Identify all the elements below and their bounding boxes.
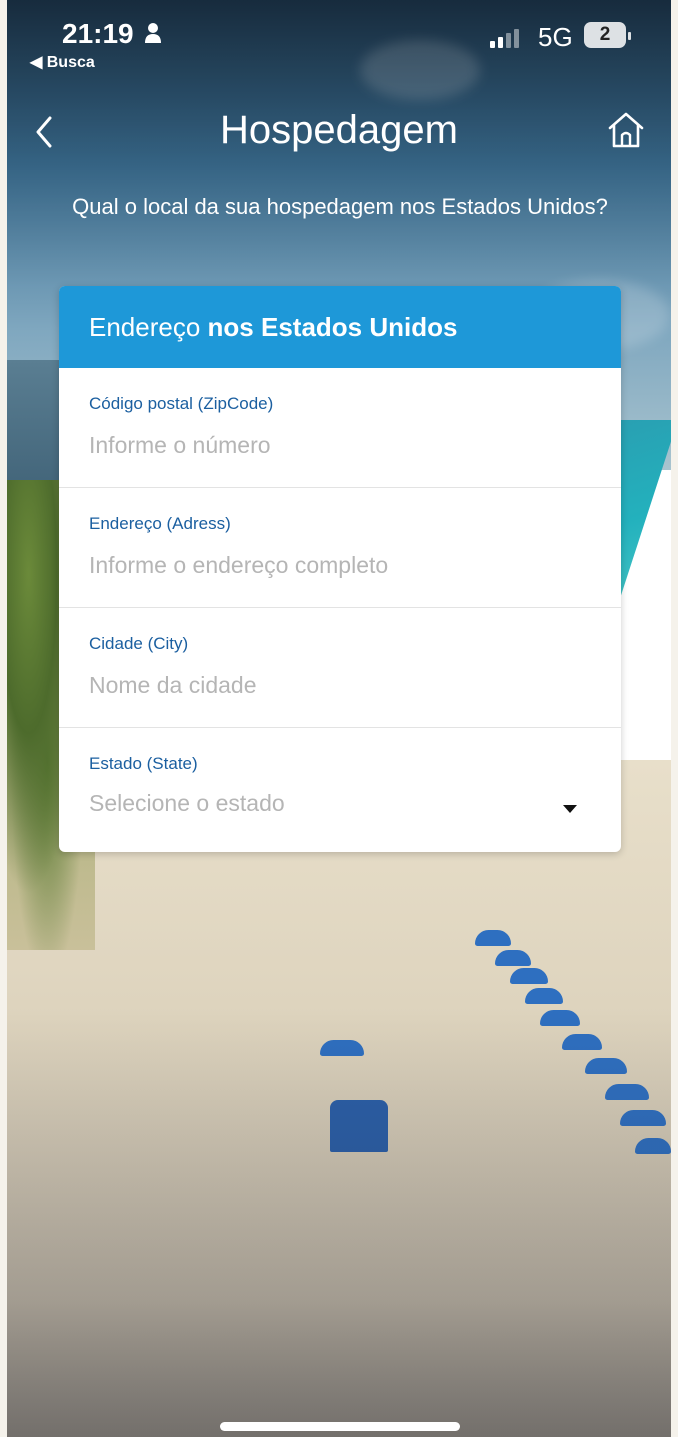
address-field: Endereço (Adress) [59, 488, 621, 608]
state-label: Estado (State) [89, 754, 198, 773]
state-select[interactable]: Selecione o estado [89, 790, 285, 817]
card-header: Endereço nos Estados Unidos [59, 286, 621, 368]
status-bar: 21:19 ◀ Busca 5G 2 [0, 0, 678, 80]
zipcode-field: Código postal (ZipCode) [59, 368, 621, 488]
person-icon [145, 23, 161, 43]
address-input[interactable] [89, 548, 569, 582]
zipcode-label: Código postal (ZipCode) [89, 394, 274, 413]
address-card: Endereço nos Estados Unidos Código posta… [59, 286, 621, 852]
battery-tip [628, 32, 631, 40]
zipcode-input[interactable] [89, 428, 569, 462]
card-header-prefix: Endereço [89, 312, 208, 342]
page-title: Hospedagem [220, 108, 458, 152]
city-input[interactable] [89, 668, 569, 702]
caret-down-icon[interactable] [562, 804, 578, 814]
network-type: 5G [538, 22, 573, 52]
lodging-question: Qual o local da sua hospedagem nos Estad… [72, 194, 608, 219]
address-label: Endereço (Adress) [89, 514, 231, 533]
screen: 21:19 ◀ Busca 5G 2 Hospedagem Qual o loc… [0, 0, 678, 1437]
battery-icon: 2 [584, 22, 626, 48]
signal-icon [490, 29, 519, 48]
city-label: Cidade (City) [89, 634, 189, 653]
back-to-app-link[interactable]: ◀ Busca [30, 52, 95, 72]
status-time: 21:19 [62, 18, 134, 49]
card-header-bold: nos Estados Unidos [207, 312, 458, 342]
home-icon[interactable] [604, 108, 648, 152]
state-field[interactable]: Estado (State) Selecione o estado [59, 728, 621, 848]
home-indicator[interactable] [220, 1422, 460, 1431]
city-field: Cidade (City) [59, 608, 621, 728]
